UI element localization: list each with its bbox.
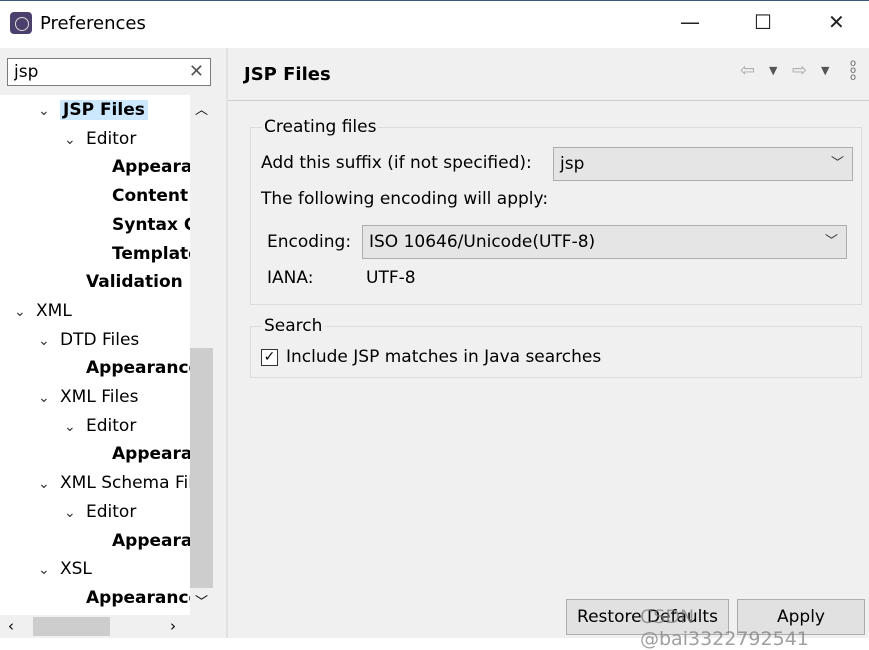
close-button[interactable]: ✕ — [828, 10, 845, 34]
horizontal-scroll-thumb[interactable] — [33, 617, 110, 636]
creating-files-label: Creating files — [262, 117, 379, 137]
tree-item[interactable]: ⌄ XML Files — [38, 384, 139, 410]
iana-value: UTF-8 — [366, 268, 416, 288]
tree-item[interactable]: Syntax Coloring — [112, 212, 190, 238]
filter-box: ✕ — [7, 58, 211, 86]
tree-item-label: Editor — [86, 128, 137, 149]
chevron-down-icon[interactable]: ⌄ — [38, 557, 60, 583]
include-jsp-label[interactable]: Include JSP matches in Java searches — [286, 347, 601, 367]
tree-item-label: Appearance — [112, 444, 190, 465]
tree-item[interactable]: ⌄ DTD Files — [38, 327, 139, 353]
back-arrow-icon[interactable]: ⇦ — [740, 60, 755, 81]
tree-item-label: Validation — [86, 272, 183, 293]
tree-item-label: Appearance — [112, 157, 190, 178]
watermark: CSDN @bai3322792541 — [640, 606, 809, 650]
eclipse-app-icon — [10, 12, 32, 34]
tree-item-label: Content Assist — [112, 186, 190, 207]
include-jsp-checkbox[interactable]: ✓ — [261, 349, 278, 366]
chevron-down-icon: ﹀ — [824, 234, 838, 249]
tree-item[interactable]: Templates — [112, 241, 190, 267]
scroll-up-icon[interactable]: ︿ — [195, 99, 208, 118]
suffix-value: jsp — [560, 154, 585, 174]
chevron-down-icon[interactable]: ⌄ — [14, 299, 36, 325]
window-title: Preferences — [40, 13, 146, 34]
clear-icon[interactable]: ✕ — [189, 61, 204, 82]
tree-item[interactable]: ⌄ Editor — [64, 413, 136, 439]
tree-item-label: Appearance — [86, 358, 190, 379]
header-separator — [228, 100, 869, 101]
scroll-down-icon[interactable]: ﹀ — [195, 591, 208, 610]
chevron-down-icon[interactable]: ⌄ — [38, 471, 60, 497]
chevron-down-icon[interactable]: ⌄ — [64, 414, 86, 440]
chevron-down-icon[interactable]: ⌄ — [64, 500, 86, 526]
view-menu-icon[interactable]: ooo — [850, 59, 856, 83]
chevron-down-icon: ﹀ — [830, 156, 844, 171]
filter-input[interactable] — [12, 61, 186, 83]
tree-item-label: Editor — [86, 501, 137, 522]
forward-menu-icon[interactable]: ▼ — [821, 64, 829, 77]
tree-item-label: JSP Files — [60, 100, 148, 120]
encoding-value: ISO 10646/Unicode(UTF-8) — [369, 232, 596, 252]
page-title: JSP Files — [244, 64, 331, 85]
suffix-label: Add this suffix (if not specified): — [261, 153, 532, 173]
chevron-down-icon[interactable]: ⌄ — [38, 98, 60, 124]
tree-item-label: XML Files — [60, 387, 139, 407]
tree-item-label: Appearance — [112, 530, 190, 551]
tree-item[interactable]: Appearance — [86, 355, 190, 381]
chevron-down-icon[interactable]: ⌄ — [38, 328, 60, 354]
tree-item[interactable]: ⌄ Editor — [64, 126, 136, 152]
search-group-label: Search — [262, 316, 325, 336]
tree-item[interactable]: ⌄ XSL — [38, 556, 92, 582]
preference-tree: ⌄JSP Files⌄EditorAppearanceContent Assis… — [0, 95, 190, 615]
tree-item-label: Syntax Coloring — [112, 214, 190, 235]
tree-item-label: Editor — [86, 415, 137, 436]
tree-item[interactable]: ⌄ JSP Files — [38, 97, 148, 123]
tree-item[interactable]: ⌄ Editor — [64, 499, 136, 525]
encoding-combo[interactable]: ISO 10646/Unicode(UTF-8) ﹀ — [362, 225, 847, 259]
tree-item[interactable]: ⌄XML Schema Files — [38, 470, 190, 496]
forward-arrow-icon[interactable]: ⇨ — [792, 60, 807, 81]
suffix-combo[interactable]: jsp ﹀ — [553, 147, 853, 181]
chevron-down-icon[interactable]: ⌄ — [38, 385, 60, 411]
vertical-scroll-thumb[interactable] — [190, 348, 213, 588]
scroll-left-icon[interactable]: ‹ — [8, 617, 14, 635]
scroll-right-icon[interactable]: › — [170, 617, 176, 635]
iana-label: IANA: — [267, 268, 314, 288]
tree-item-label: XSL — [60, 559, 92, 580]
tree-item[interactable]: Appearance — [112, 441, 190, 467]
encoding-label: Encoding: — [267, 232, 352, 252]
tree-item[interactable]: Appearance — [112, 528, 190, 554]
encoding-note: The following encoding will apply: — [261, 189, 549, 209]
tree-item-label: Templates — [112, 243, 190, 264]
tree-item-label: Appearance — [86, 587, 190, 608]
tree-item-label: XML Schema Files — [60, 473, 190, 494]
back-menu-icon[interactable]: ▼ — [769, 64, 777, 77]
checkmark-icon: ✓ — [263, 349, 276, 365]
tree-item[interactable]: ⌄ XML — [14, 298, 72, 324]
tree-item[interactable]: Validation — [86, 269, 183, 295]
tree-item[interactable]: Appearance — [86, 585, 190, 611]
chevron-down-icon[interactable]: ⌄ — [64, 127, 86, 153]
tree-item[interactable]: Appearance — [112, 154, 190, 180]
tree-item-label: DTD Files — [60, 329, 140, 350]
minimize-button[interactable]: — — [680, 10, 700, 34]
tree-item-label: XML — [36, 300, 72, 321]
maximize-button[interactable]: ☐ — [754, 10, 772, 34]
tree-item[interactable]: Content Assist — [112, 183, 190, 209]
